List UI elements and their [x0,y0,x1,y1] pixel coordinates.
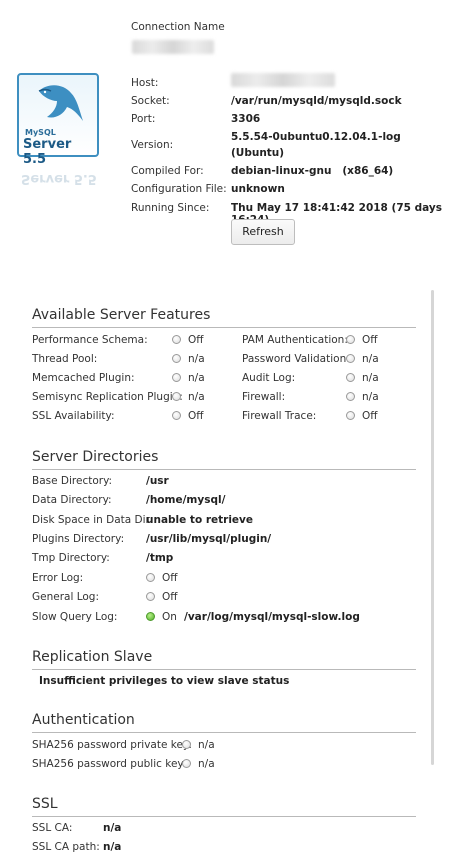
log-label: Error Log: [32,572,84,584]
feature-value: n/a [362,391,379,403]
directory-label: Disk Space in Data Dir: [32,514,154,526]
directory-label: Data Directory: [32,494,112,506]
feature-status-radio [346,354,355,363]
section-divider [32,327,416,328]
compiled-for-value: debian-linux-gnu (x86_64) [231,165,394,177]
feature-status-radio [346,411,355,420]
ssl-value: n/a [103,841,122,853]
connection-name-value-redacted [132,40,214,54]
config-file-value: unknown [231,183,285,195]
logo-text-mysql: MySQL [25,128,56,137]
feature-label: Firewall: [242,391,286,403]
socket-label: Socket: [131,95,170,107]
feature-label: Firewall Trace: [242,410,317,422]
log-label: Slow Query Log: [32,611,118,623]
replication-message: Insufficient privileges to view slave st… [39,675,290,687]
feature-value: Off [362,410,378,422]
feature-label: SSL Availability: [32,410,115,422]
log-status-radio-on [146,612,155,621]
feature-status-radio [346,373,355,382]
refresh-button[interactable]: Refresh [231,219,295,245]
host-label: Host: [131,77,159,89]
directory-value: /home/mysql/ [146,494,226,506]
ssl-label: SSL CA path: [32,841,100,853]
feature-label: Thread Pool: [32,353,98,365]
running-since-label: Running Since: [131,202,210,214]
feature-status-radio [172,354,181,363]
log-status: Off [162,591,178,603]
ssl-label: SSL CA: [32,822,73,834]
feature-status-radio [346,335,355,344]
feature-value: Off [188,334,204,346]
log-status: Off [162,572,178,584]
section-title-features: Available Server Features [32,307,211,323]
section-title-replication: Replication Slave [32,649,153,665]
log-label: General Log: [32,591,100,603]
feature-status-radio [346,392,355,401]
auth-value: n/a [198,758,215,770]
feature-value: n/a [362,353,379,365]
version-value-os: (Ubuntu) [231,147,285,159]
auth-label: SHA256 password public key: [32,758,187,770]
log-status-radio [146,592,155,601]
feature-status-radio [172,392,181,401]
section-title-directories: Server Directories [32,449,159,465]
scrollbar[interactable] [431,290,434,765]
directory-label: Plugins Directory: [32,533,125,545]
version-value: 5.5.54-0ubuntu0.12.04.1-log [231,131,401,143]
section-title-ssl: SSL [32,796,58,812]
feature-value: Off [188,410,204,422]
compiled-for-label: Compiled For: [131,165,204,177]
section-title-authentication: Authentication [32,712,135,728]
feature-label: PAM Authentication: [242,334,348,346]
feature-status-radio [172,411,181,420]
feature-status-radio [172,373,181,382]
feature-label: Memcached Plugin: [32,372,135,384]
feature-value: n/a [188,372,205,384]
feature-label: Password Validation: [242,353,350,365]
section-divider [32,732,416,733]
directory-value: /usr/lib/mysql/plugin/ [146,533,272,545]
feature-value: n/a [362,372,379,384]
version-label: Version: [131,139,174,151]
feature-status-radio [172,335,181,344]
auth-label: SHA256 password private key: [32,739,192,751]
auth-value: n/a [198,739,215,751]
feature-label: Audit Log: [242,372,296,384]
section-divider [32,669,416,670]
config-file-label: Configuration File: [131,183,227,195]
directory-label: Base Directory: [32,475,113,487]
section-divider [32,469,416,470]
connection-name-label: Connection Name [131,21,225,33]
log-status-radio [146,573,155,582]
directory-value: /tmp [146,552,174,564]
log-status: On [162,611,177,623]
port-value: 3306 [231,113,261,125]
log-path-value: /var/log/mysql/mysql-slow.log [184,611,360,623]
feature-value: Off [362,334,378,346]
directory-value: unable to retrieve [146,514,253,526]
feature-value: n/a [188,391,205,403]
auth-status-radio [182,759,191,768]
host-value-redacted [231,73,335,87]
logo-reflection: Server 5.5 [17,160,99,190]
port-label: Port: [131,113,156,125]
section-divider [32,816,416,817]
directory-label: Tmp Directory: [32,552,110,564]
auth-status-radio [182,740,191,749]
logo-reflection-text: Server 5.5 [21,171,97,186]
ssl-value: n/a [103,822,122,834]
feature-label: Semisync Replication Plugin: [32,391,183,403]
socket-value: /var/run/mysqld/mysqld.sock [231,95,402,107]
directory-value: /usr [146,475,169,487]
server-logo: MySQL Server 5.5 [17,73,99,167]
dolphin-icon [38,85,83,121]
feature-value: n/a [188,353,205,365]
feature-label: Performance Schema: [32,334,148,346]
